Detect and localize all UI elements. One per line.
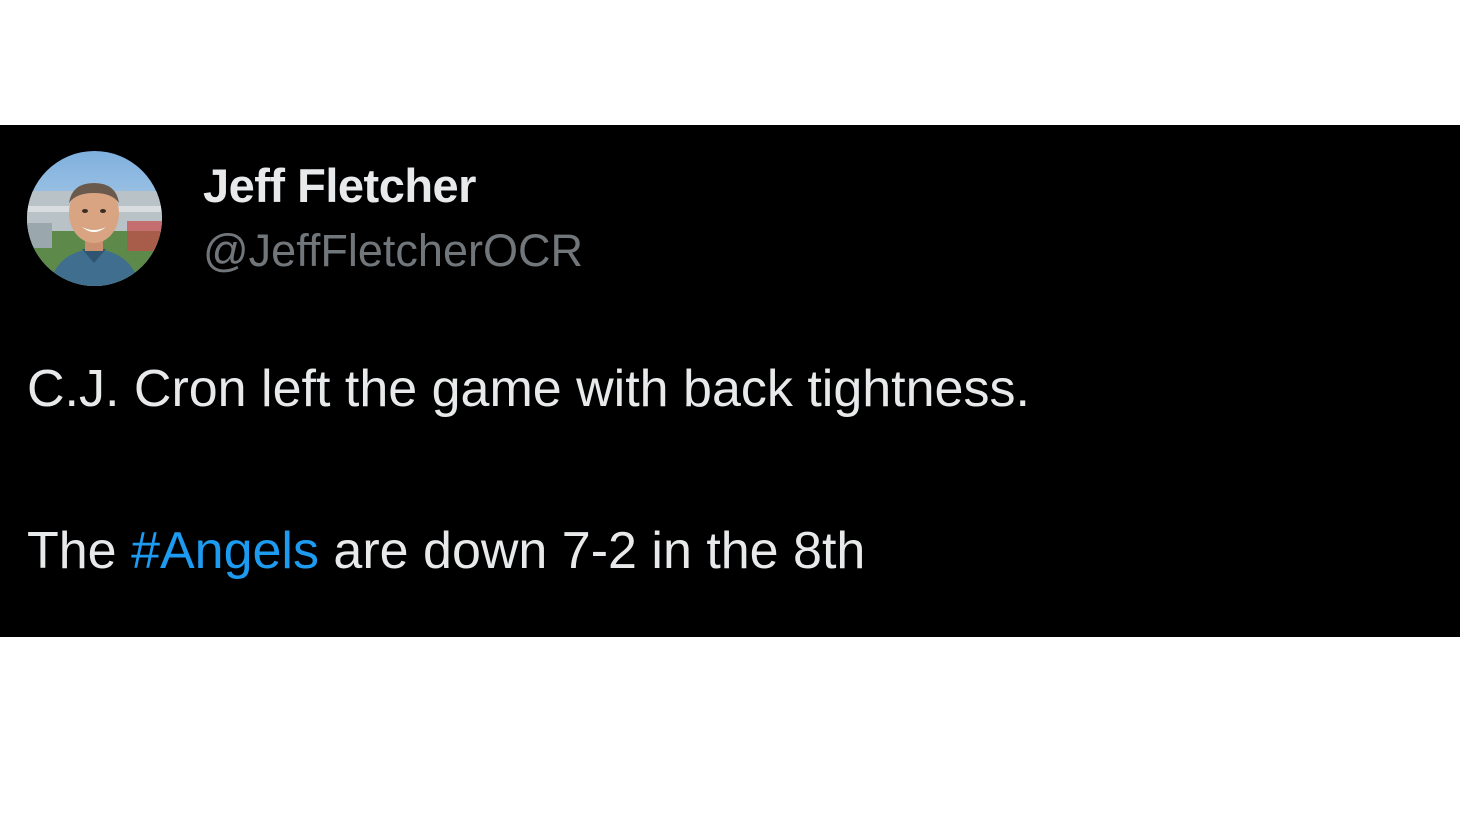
author-display-name[interactable]: Jeff Fletcher — [203, 158, 476, 213]
author-handle[interactable]: @JeffFletcherOCR — [203, 225, 583, 277]
tweet-text-line-2: The #Angels are down 7-2 in the 8th — [27, 521, 865, 581]
hashtag-link[interactable]: #Angels — [131, 522, 319, 580]
tweet-text-line-1: C.J. Cron left the game with back tightn… — [27, 360, 1030, 418]
tweet-card[interactable]: Jeff Fletcher @JeffFletcherOCR C.J. Cron… — [0, 125, 1460, 637]
avatar[interactable] — [27, 151, 162, 286]
tweet-text-prefix: The — [27, 522, 132, 580]
tweet-text-suffix: are down 7-2 in the 8th — [318, 522, 866, 580]
profile-photo-icon — [27, 151, 162, 286]
